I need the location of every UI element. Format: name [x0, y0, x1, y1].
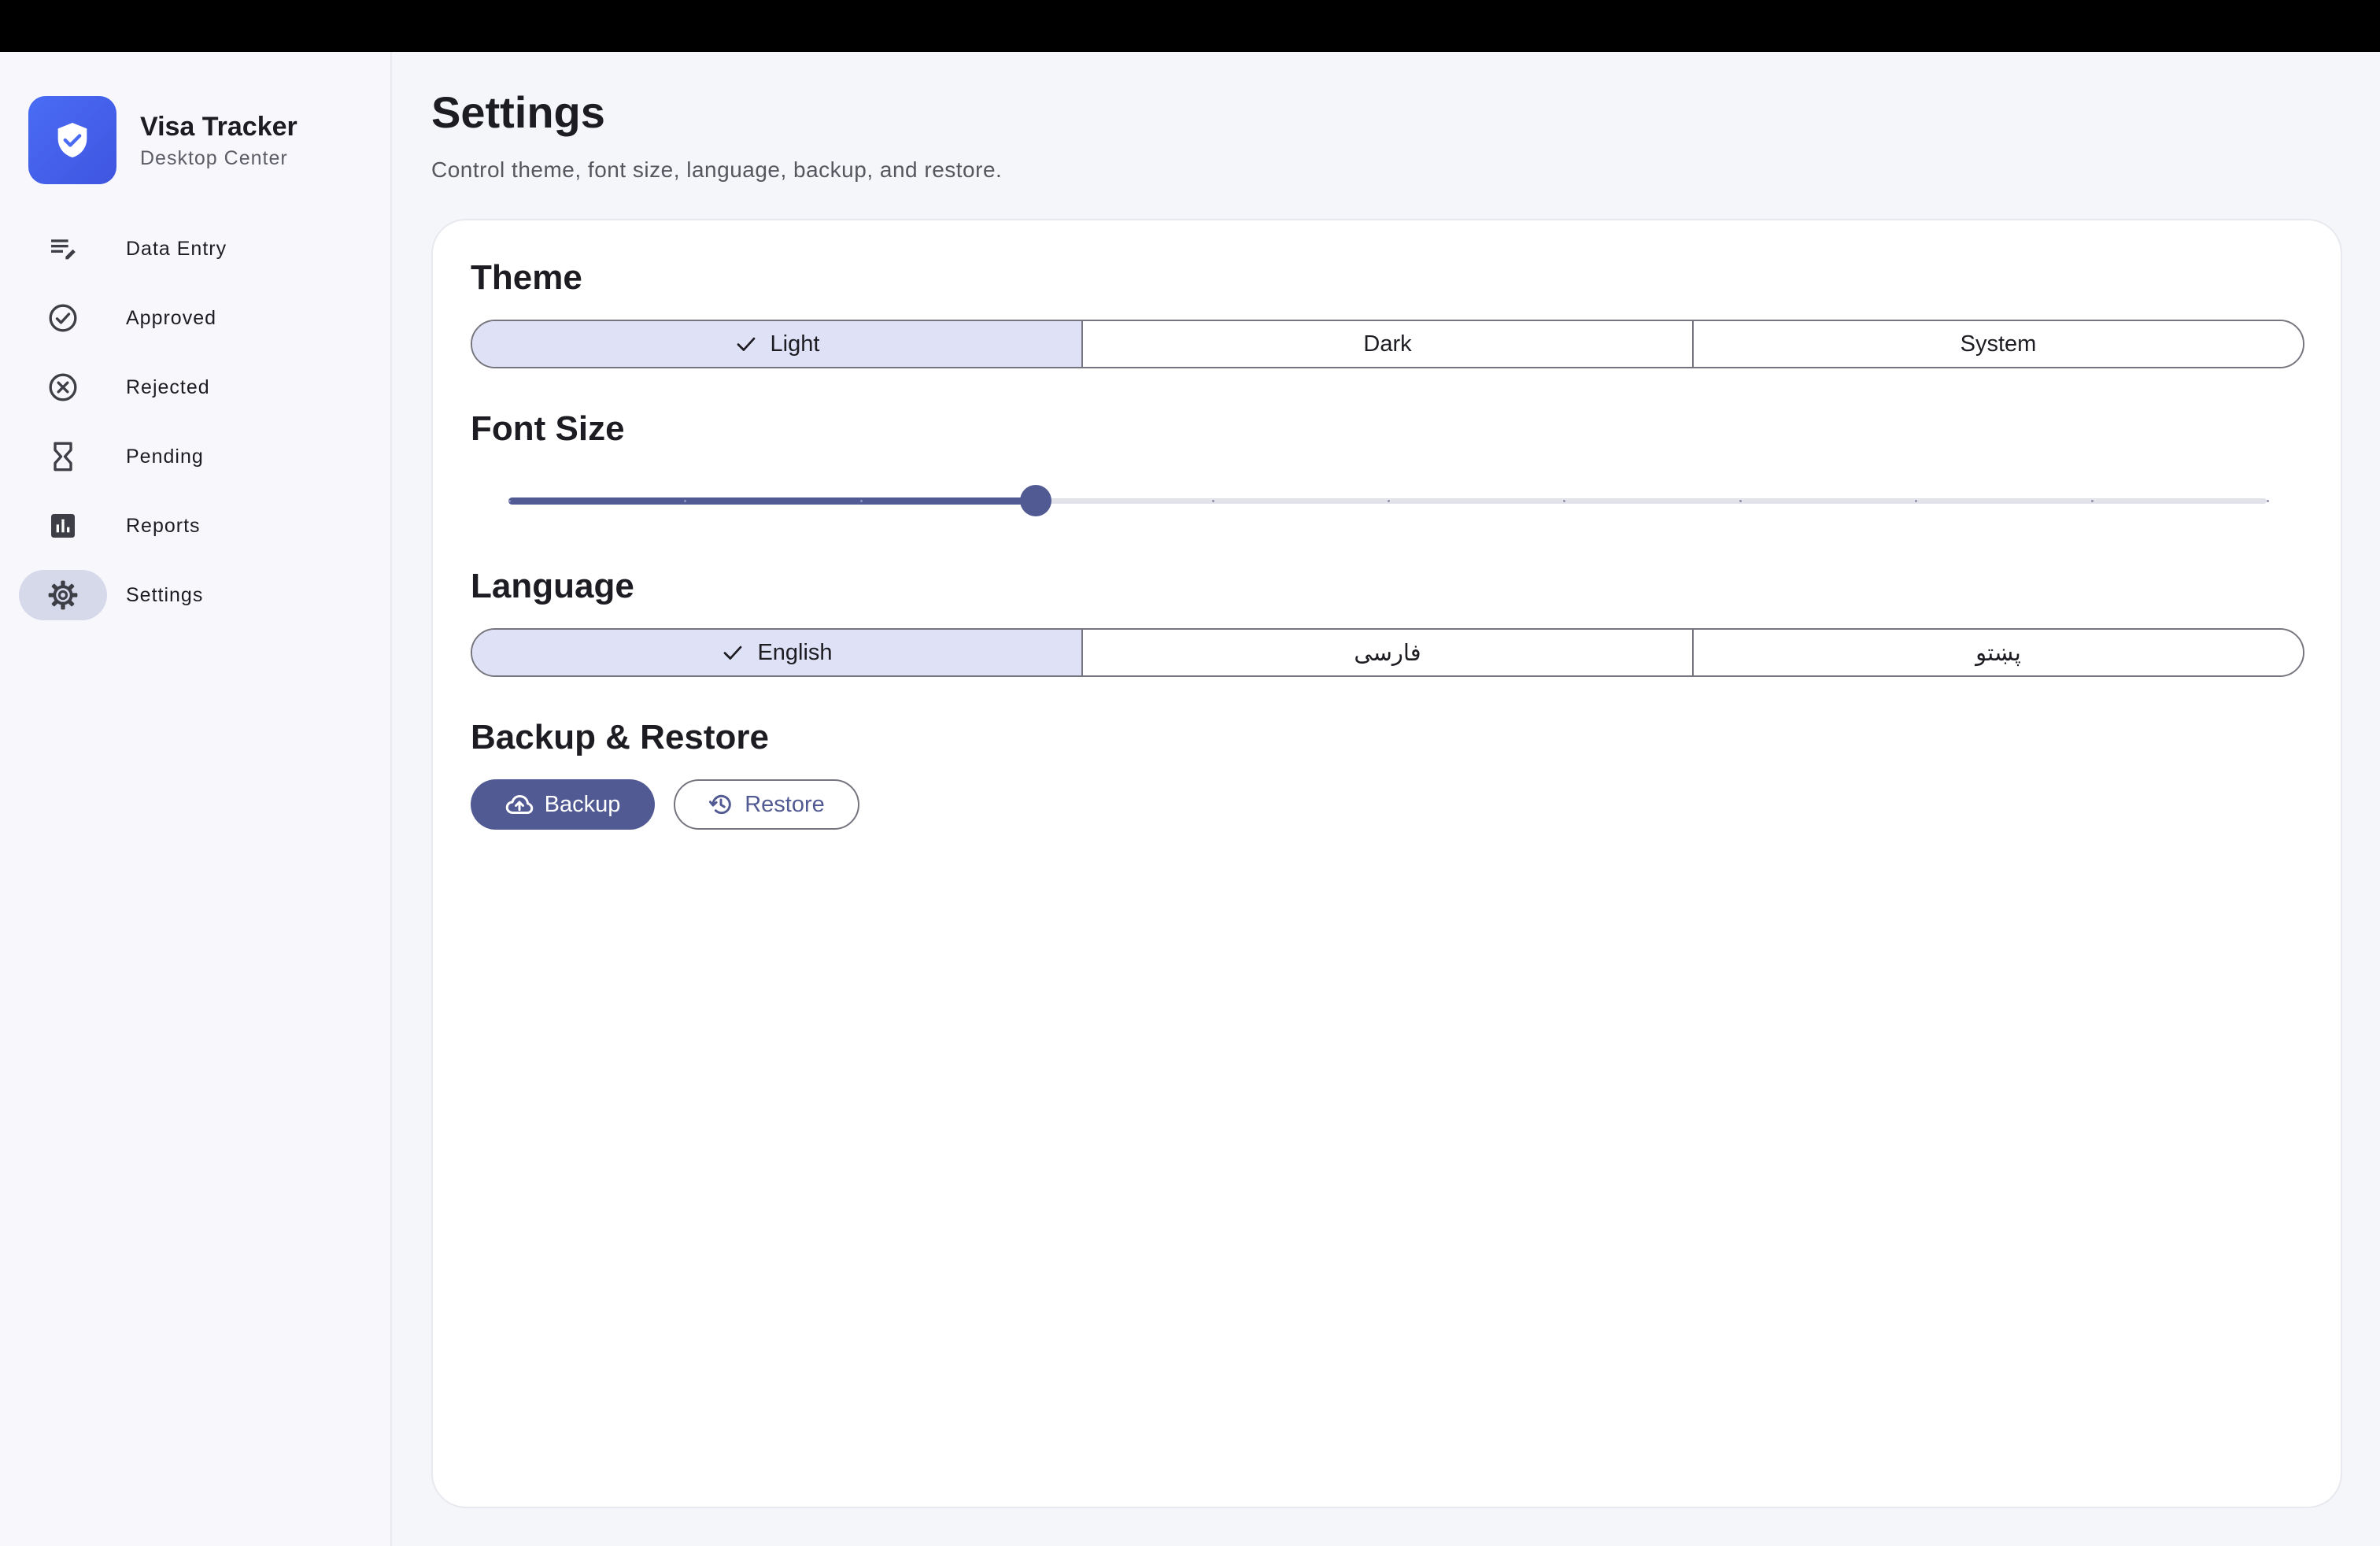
slider-thumb[interactable]: [1020, 485, 1051, 516]
restore-button[interactable]: Restore: [674, 779, 859, 830]
backup-section-title: Backup & Restore: [471, 718, 770, 756]
slider-tick: [1388, 500, 1390, 502]
slider-tick: [1739, 500, 1742, 502]
language-option-english[interactable]: English: [472, 630, 1083, 675]
font-size-slider[interactable]: [508, 485, 2269, 516]
theme-segmented-control: Light Dark System: [471, 320, 2304, 368]
slider-tick: [1915, 500, 1917, 502]
theme-option-dark[interactable]: Dark: [1083, 321, 1694, 367]
shield-check-icon: [28, 96, 116, 184]
sidebar-item-label: Rejected: [126, 375, 210, 398]
backup-button[interactable]: Backup: [471, 779, 655, 830]
bar-chart-icon: [19, 501, 107, 551]
sidebar-item-label: Pending: [126, 445, 204, 468]
language-option-pashto[interactable]: پښتو: [1694, 630, 2303, 675]
brand: Visa Tracker Desktop Center: [28, 96, 298, 184]
check-icon: [734, 332, 758, 356]
window-top-bar: [0, 0, 2380, 52]
slider-tick: [508, 500, 511, 502]
check-circle-icon: [19, 293, 107, 343]
sidebar: Visa Tracker Desktop Center Data Entry A…: [0, 52, 392, 1546]
sidebar-item-label: Settings: [126, 583, 204, 606]
edit-list-icon: [19, 224, 107, 274]
slider-tick: [684, 500, 686, 502]
language-option-label: پښتو: [1975, 640, 2021, 666]
slider-tick: [1212, 500, 1214, 502]
sidebar-item-settings[interactable]: Settings: [19, 570, 373, 620]
page-title: Settings: [431, 87, 605, 137]
theme-section-title: Theme: [471, 258, 582, 297]
font-size-section-title: Font Size: [471, 409, 625, 448]
history-icon: [708, 792, 734, 817]
sidebar-item-label: Data Entry: [126, 237, 227, 260]
sidebar-item-rejected[interactable]: Rejected: [19, 362, 373, 412]
x-circle-icon: [19, 362, 107, 412]
backup-button-row: Backup Restore: [471, 779, 859, 830]
sidebar-item-data-entry[interactable]: Data Entry: [19, 224, 373, 274]
slider-tick: [2267, 500, 2269, 502]
sidebar-item-label: Reports: [126, 514, 201, 537]
sidebar-item-pending[interactable]: Pending: [19, 431, 373, 482]
theme-option-light[interactable]: Light: [472, 321, 1083, 367]
language-option-label: فارسی: [1354, 640, 1421, 666]
language-option-farsi[interactable]: فارسی: [1083, 630, 1694, 675]
theme-option-system[interactable]: System: [1694, 321, 2303, 367]
cloud-upload-icon: [505, 793, 534, 816]
sidebar-nav: Data Entry Approved Rejected Pending Rep…: [19, 224, 373, 639]
sidebar-item-label: Approved: [126, 306, 217, 329]
theme-option-label: Light: [770, 331, 820, 357]
language-option-label: English: [757, 639, 833, 665]
hourglass-icon: [19, 431, 107, 482]
page-subtitle: Control theme, font size, language, back…: [431, 157, 1003, 182]
sidebar-item-approved[interactable]: Approved: [19, 293, 373, 343]
check-icon: [721, 641, 745, 664]
slider-tick: [1563, 500, 1565, 502]
app-title: Visa Tracker: [140, 111, 298, 142]
language-section-title: Language: [471, 567, 634, 605]
gear-icon: [19, 570, 107, 620]
sidebar-item-reports[interactable]: Reports: [19, 501, 373, 551]
app-subtitle: Desktop Center: [140, 146, 288, 169]
language-segmented-control: English فارسی پښتو: [471, 628, 2304, 677]
backup-button-label: Backup: [544, 791, 621, 817]
slider-tick: [2091, 500, 2094, 502]
settings-card: Theme Light Dark System Font Size Langua…: [431, 219, 2342, 1508]
restore-button-label: Restore: [745, 791, 825, 817]
theme-option-label: System: [1960, 331, 2037, 357]
slider-tick: [860, 500, 863, 502]
theme-option-label: Dark: [1363, 331, 1412, 357]
slider-fill: [508, 497, 1036, 505]
